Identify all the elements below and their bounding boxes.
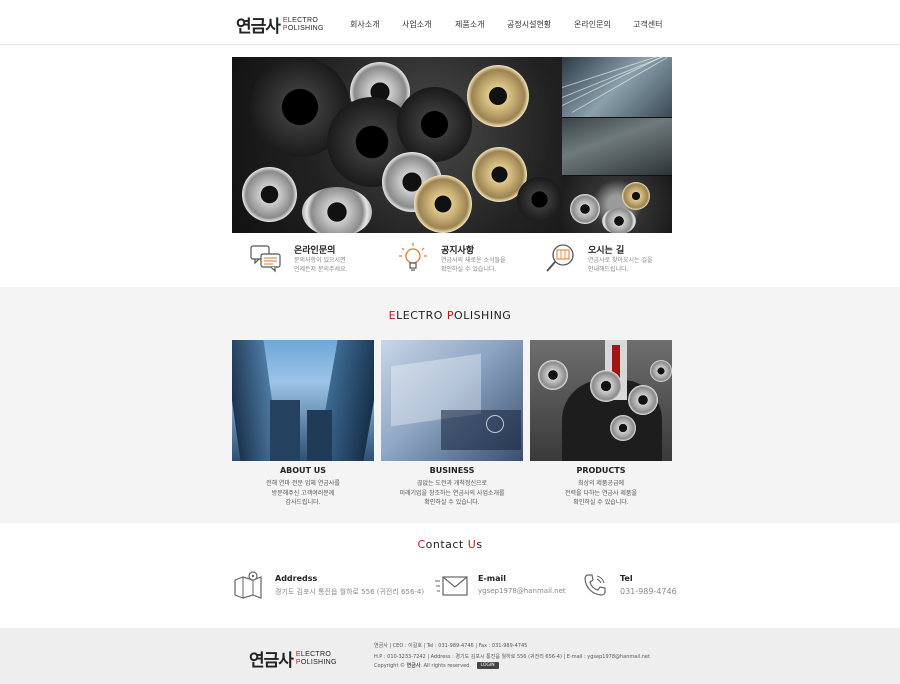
card-description: 전해 연마 전문 업체 연금사를 방문해주신 고객여러분께 감사드립니다. bbox=[266, 480, 340, 506]
nav-item-business[interactable]: 사업소개 bbox=[402, 19, 431, 30]
lightbulb-icon bbox=[399, 243, 427, 271]
footer-company-info: 연금사 | CEO : 이길호 | Tel : 031-989-4746 | F… bbox=[374, 643, 528, 649]
nav-item-products[interactable]: 제품소개 bbox=[455, 19, 484, 30]
hero-banner bbox=[232, 57, 672, 233]
site-header: 연금사 ELECTRO POLISHING 회사소개 사업소개 제품소개 공정시… bbox=[0, 0, 900, 45]
site-logo[interactable]: 연금사 ELECTRO POLISHING bbox=[236, 12, 324, 38]
card-title[interactable]: BUSINESS bbox=[381, 466, 523, 475]
logo-english-text: ELECTRO POLISHING bbox=[282, 16, 324, 32]
chat-bubbles-icon bbox=[250, 245, 281, 273]
card-title[interactable]: ABOUT US bbox=[232, 466, 374, 475]
info-title: 온라인문의 bbox=[294, 246, 336, 256]
address-label: Addredss bbox=[275, 574, 318, 583]
footer-address-info: H.P : 010-3233-7242 | Address : 경기도 김포시 … bbox=[374, 654, 650, 660]
site-footer: 연금사 ELECTRO POLISHING 연금사 | CEO : 이길호 | … bbox=[0, 628, 900, 684]
hero-side-image-factory bbox=[562, 117, 672, 175]
hero-side-image-gears bbox=[562, 175, 672, 233]
footer-logo-english-text: ELECTRO POLISHING bbox=[295, 650, 337, 666]
info-desc-line1: 문의사항이 있으시면 bbox=[294, 257, 346, 264]
footer-logo-korean-text: 연금사 bbox=[249, 651, 294, 671]
email-label: E-mail bbox=[478, 574, 507, 583]
hero-gears-image bbox=[232, 57, 562, 233]
footer-copyright: Copyright © 연금사. All rights reserved. LO… bbox=[374, 662, 499, 669]
tel-value: 031-989-4746 bbox=[620, 587, 677, 596]
phone-icon bbox=[584, 574, 606, 596]
nav-item-facilities[interactable]: 공정시설현황 bbox=[507, 19, 551, 30]
info-desc-line2: 안내해드립니다. bbox=[588, 266, 629, 273]
about-us-image[interactable] bbox=[232, 340, 374, 461]
email-value[interactable]: ygsep1978@hanmail.net bbox=[478, 587, 566, 595]
hero-side-image-wires bbox=[562, 57, 672, 117]
info-title: 오시는 길 bbox=[588, 246, 625, 256]
nav-item-online-inquiry[interactable]: 온라인문의 bbox=[574, 19, 611, 30]
footer-logo: 연금사 ELECTRO POLISHING bbox=[249, 646, 337, 672]
info-desc-line2: 확인하실 수 있습니다. bbox=[441, 266, 497, 273]
nav-item-customer-center[interactable]: 고객센터 bbox=[633, 19, 662, 30]
products-image[interactable] bbox=[530, 340, 672, 461]
contact-title: Contact Us bbox=[417, 538, 483, 551]
address-value: 경기도 김포시 통진읍 월하로 556 (귀전리 656-4) bbox=[275, 588, 425, 596]
business-image[interactable] bbox=[381, 340, 523, 461]
section-title: ELECTRO POLISHING bbox=[388, 309, 512, 322]
card-description: 최상의 제품공급에 전력을 다하는 연금사 제품을 확인하실 수 있습니다. bbox=[565, 480, 637, 506]
map-icon bbox=[234, 571, 262, 599]
info-desc-line1: 연금사의 새로운 소식들을 bbox=[441, 257, 506, 264]
info-title: 공지사항 bbox=[441, 246, 475, 256]
login-button[interactable]: LOGIN bbox=[476, 662, 499, 669]
info-desc-line2: 언제든지 문의주세요. bbox=[294, 266, 348, 273]
nav-item-company[interactable]: 회사소개 bbox=[350, 19, 379, 30]
card-description: 끊없는 도전과 개척정신으로 미래기업을 창조하는 연금사의 사업소개를 확인하실 … bbox=[399, 480, 505, 506]
logo-korean-text: 연금사 bbox=[236, 17, 281, 37]
card-title[interactable]: PRODUCTS bbox=[530, 466, 672, 475]
tel-label: Tel bbox=[620, 574, 633, 583]
magnifier-map-icon bbox=[546, 244, 574, 272]
info-desc-line1: 연금사로 찾아오시는 길을 bbox=[588, 257, 653, 264]
mail-icon bbox=[435, 576, 468, 596]
